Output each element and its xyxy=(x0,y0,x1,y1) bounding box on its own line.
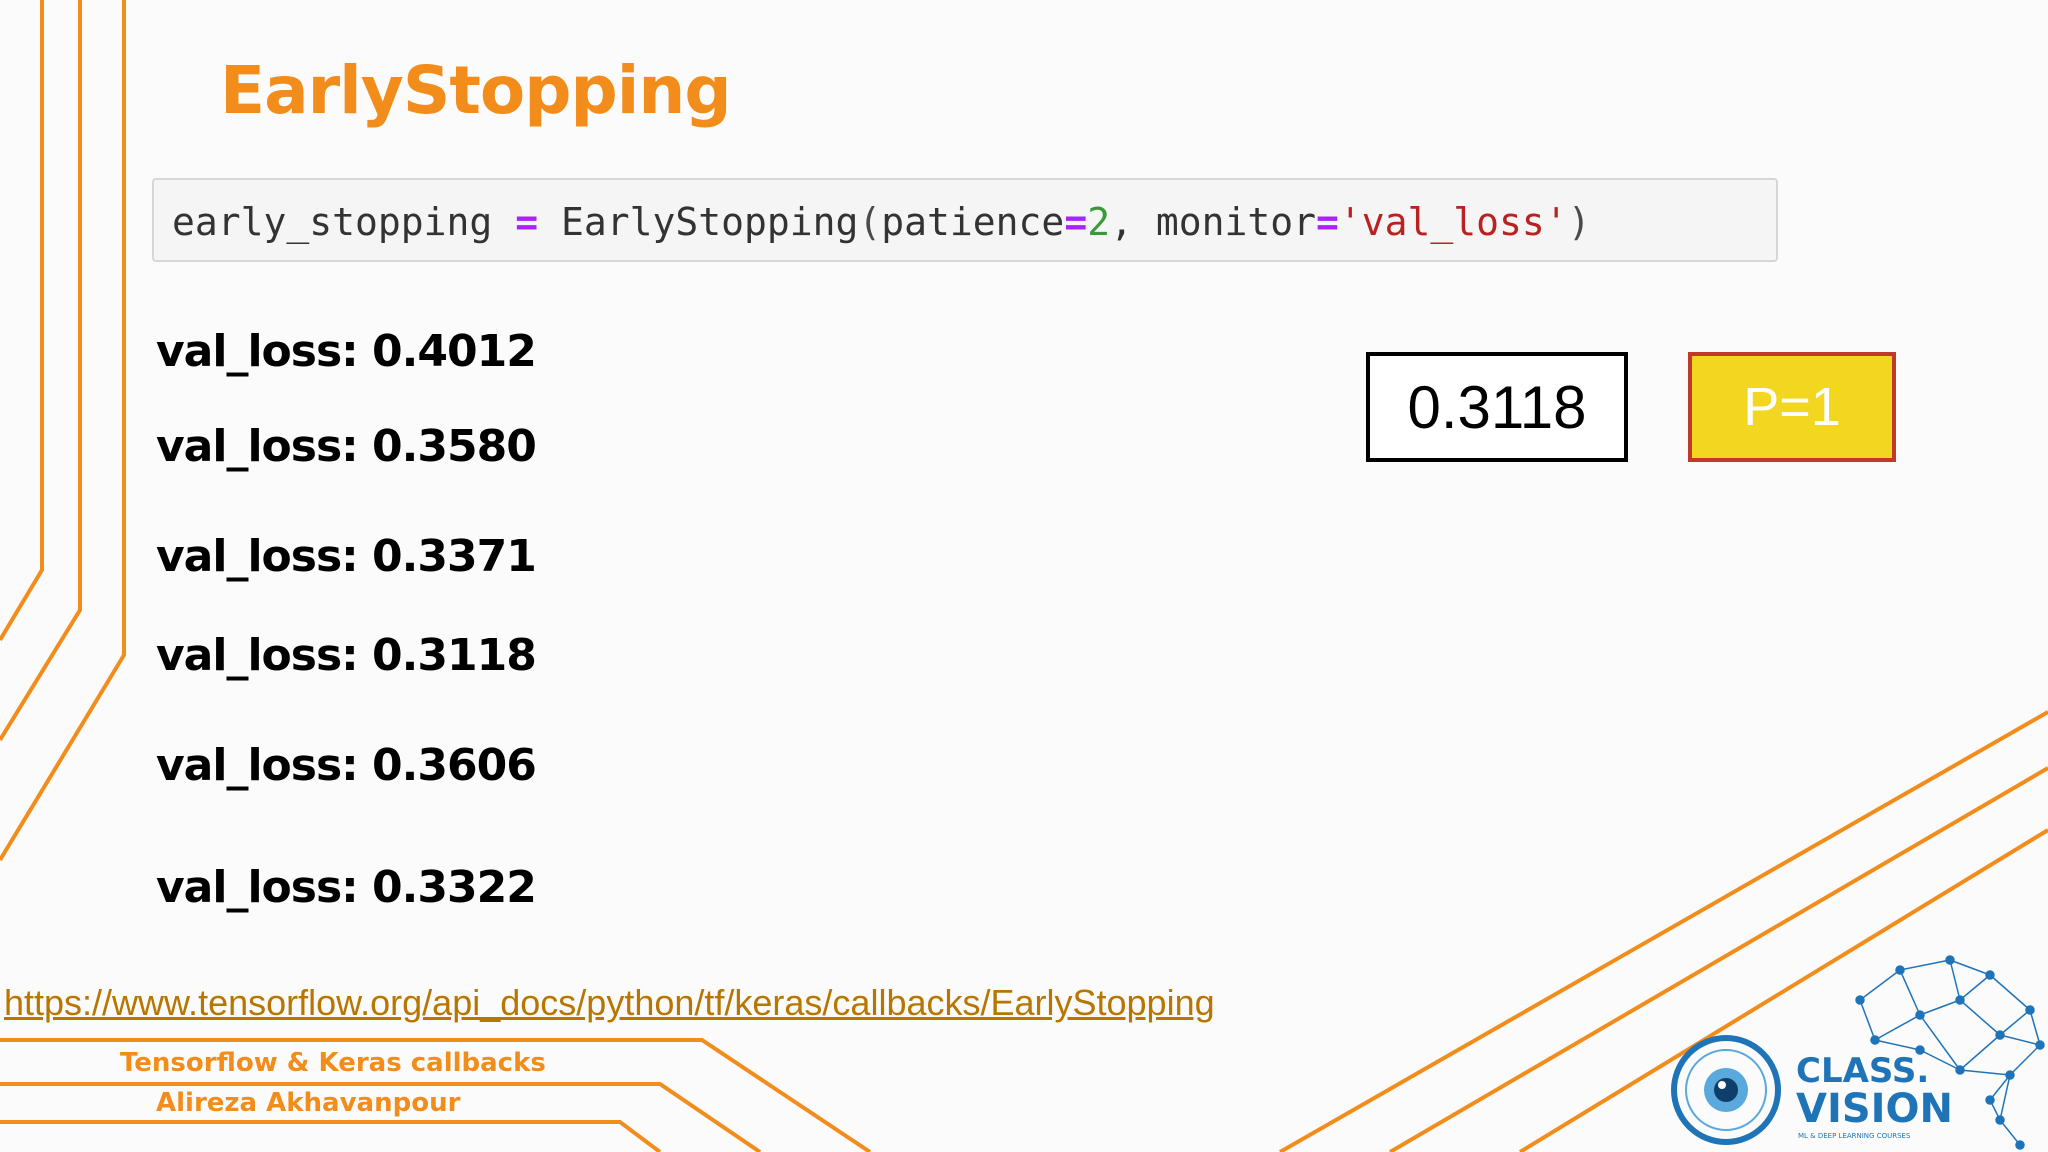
code-arg-patience: patience xyxy=(881,200,1065,244)
reference-link[interactable]: https://www.tensorflow.org/api_docs/pyth… xyxy=(4,982,1215,1024)
code-variable: early_stopping xyxy=(172,200,493,244)
code-comma: , xyxy=(1110,200,1156,244)
val-loss-epoch-3: val_loss: 0.3371 xyxy=(156,531,537,582)
footer-course: Tensorflow & Keras callbacks xyxy=(120,1048,546,1078)
val-loss-epoch-6: val_loss: 0.3322 xyxy=(156,862,537,913)
val-loss-epoch-2: val_loss: 0.3580 xyxy=(156,421,537,472)
logo-tagline: ML & DEEP LEARNING COURSES xyxy=(1798,1132,1911,1140)
val-loss-epoch-4: val_loss: 0.3118 xyxy=(156,630,537,681)
logo-brand-line2: VISION xyxy=(1796,1086,1953,1132)
patience-counter-text: P=1 xyxy=(1743,377,1841,437)
code-eq-operator: = xyxy=(1316,200,1339,244)
code-block: early_stopping = EarlyStopping(patience=… xyxy=(152,178,1778,262)
footer-author: Alireza Akhavanpour xyxy=(156,1088,461,1118)
best-value-text: 0.3118 xyxy=(1407,373,1587,441)
best-value-box: 0.3118 xyxy=(1366,352,1628,462)
code-function: EarlyStopping xyxy=(560,200,859,244)
patience-counter-box: P=1 xyxy=(1688,352,1896,462)
code-open-paren: ( xyxy=(858,200,882,244)
code-patience-value: 2 xyxy=(1087,200,1111,244)
code-close-paren: ) xyxy=(1567,200,1591,244)
slide-title: EarlyStopping xyxy=(220,52,732,129)
class-vision-logo: CLASS. VISION ML & DEEP LEARNING COURSES xyxy=(1671,955,2045,1150)
logo-brand-line1: CLASS. xyxy=(1796,1051,1929,1091)
eye-emblem-icon xyxy=(1671,1035,1781,1145)
code-arg-monitor: monitor xyxy=(1155,200,1317,244)
val-loss-epoch-5: val_loss: 0.3606 xyxy=(156,740,537,791)
code-eq-operator: = xyxy=(1064,200,1088,244)
code-monitor-value: 'val_loss' xyxy=(1338,200,1568,244)
code-assign-operator: = xyxy=(515,200,539,244)
val-loss-epoch-1: val_loss: 0.4012 xyxy=(156,326,537,377)
